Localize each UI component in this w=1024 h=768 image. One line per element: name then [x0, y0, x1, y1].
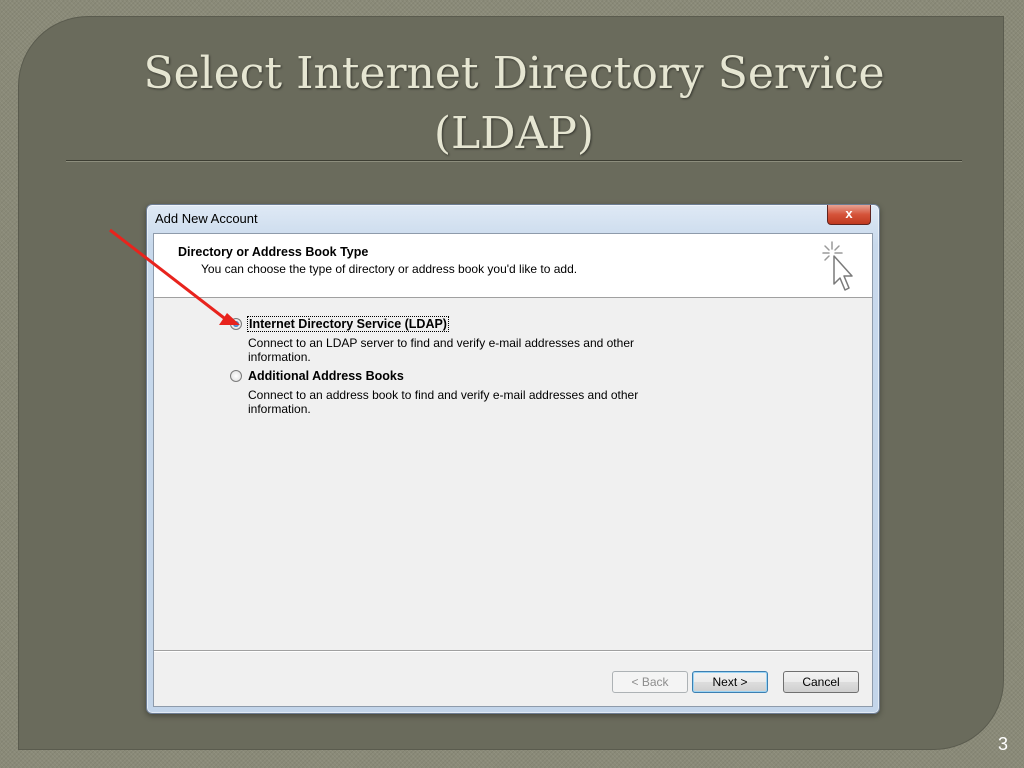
dialog-title: Add New Account [155, 211, 258, 226]
wizard-cursor-icon [822, 241, 853, 291]
page-number: 3 [997, 734, 1008, 754]
header-subtitle: You can choose the type of directory or … [201, 262, 578, 276]
ldap-option-description: Connect to an LDAP server to find and ve… [248, 336, 634, 364]
footer-divider [154, 650, 872, 652]
cancel-button[interactable]: Cancel [783, 671, 859, 693]
ldap-radio[interactable] [230, 318, 242, 330]
close-button[interactable]: x [827, 205, 871, 225]
header-title: Directory or Address Book Type [178, 245, 369, 259]
address-books-radio[interactable] [230, 370, 242, 382]
slide-title: Select Internet Directory Service (LDAP) [143, 48, 885, 159]
address-books-option-label[interactable]: Additional Address Books [248, 369, 404, 383]
dialog-client-area: Directory or Address Book Type You can c… [153, 233, 873, 707]
add-new-account-dialog: Add New Account x Directory or Address B… [146, 204, 880, 714]
ldap-option-label[interactable]: Internet Directory Service (LDAP) [247, 316, 449, 332]
wizard-header: Directory or Address Book Type You can c… [154, 234, 872, 298]
next-button[interactable]: Next > [692, 671, 768, 693]
title-divider [66, 160, 962, 162]
back-button[interactable]: < Back [612, 671, 688, 693]
address-books-option-description: Connect to an address book to find and v… [248, 388, 639, 416]
